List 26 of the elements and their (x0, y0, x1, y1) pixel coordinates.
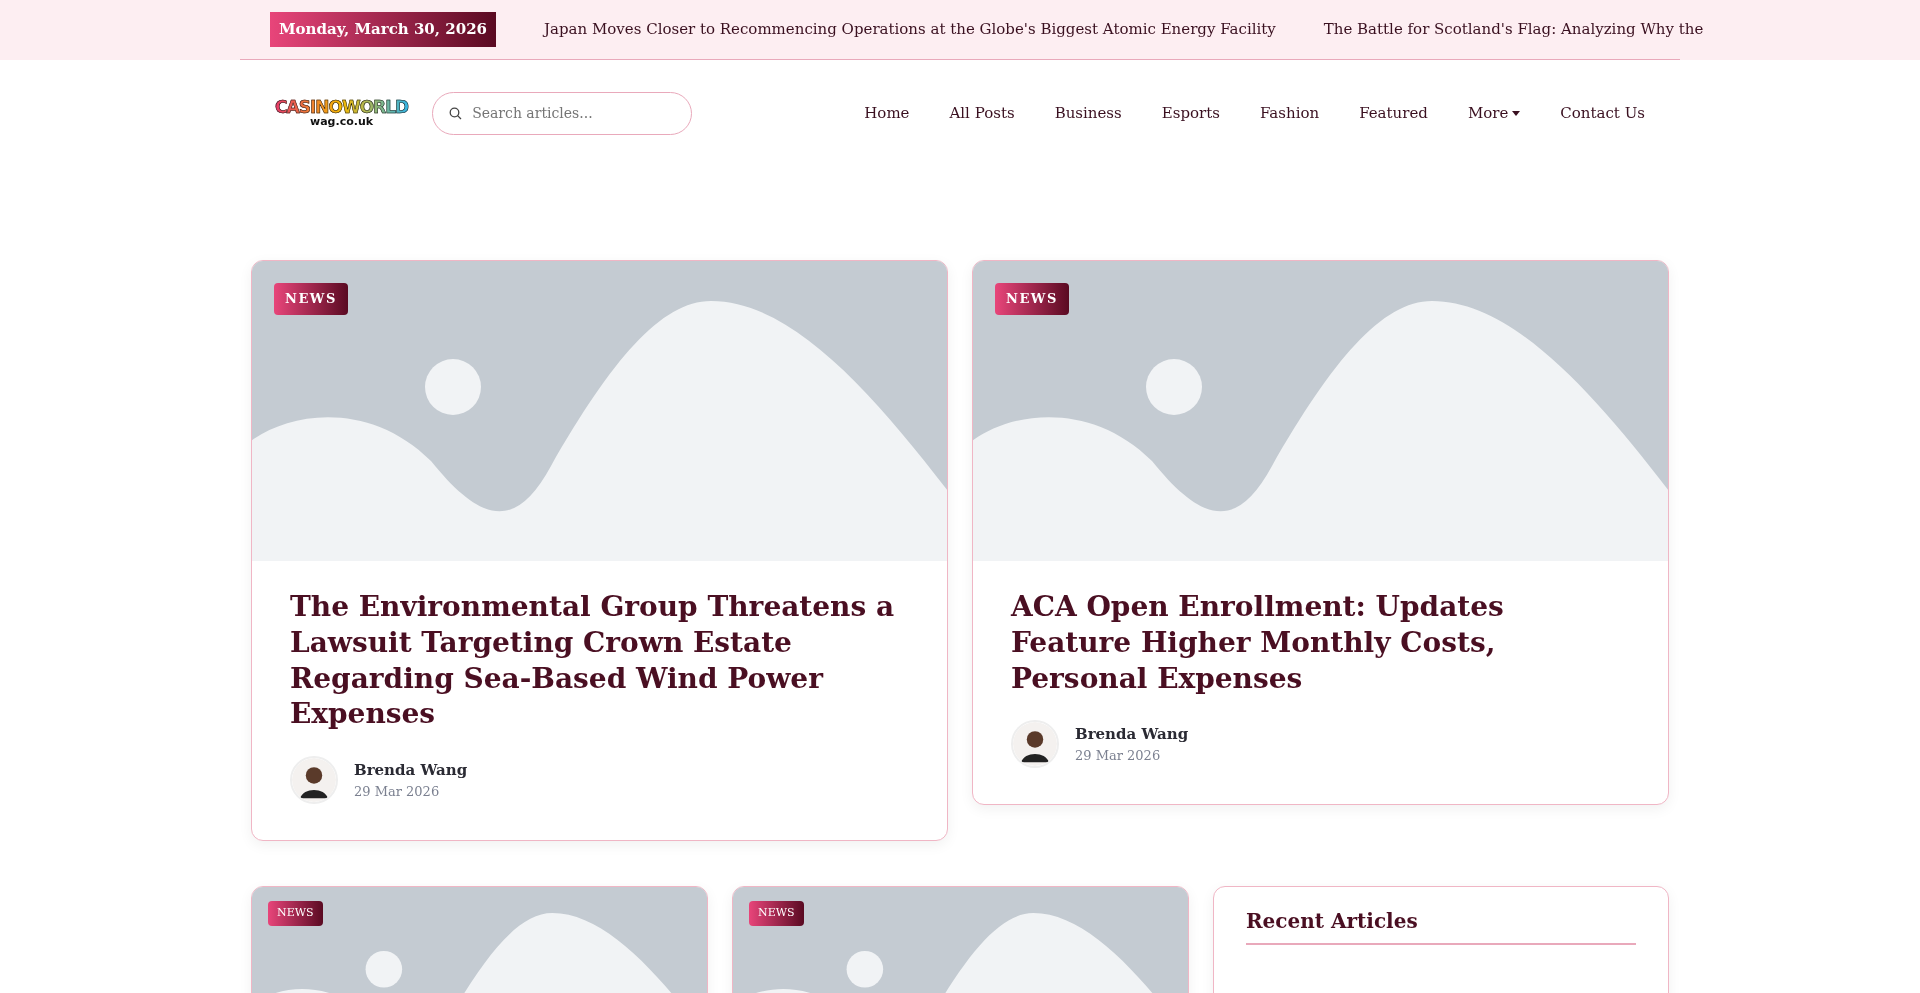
avatar (290, 756, 338, 805)
post-date: 29 Mar 2026 (354, 782, 441, 801)
author-name[interactable]: Brenda Wang (1075, 723, 1189, 746)
post-title[interactable]: The Environmental Group Threatens a Lawsuit Targeting Crown Estate Regarding Sea-Based Wind Power Expenses (290, 589, 909, 733)
search-icon (449, 106, 463, 120)
nav-link[interactable]: Contact Us (1560, 101, 1645, 125)
nav-link[interactable]: Business (1054, 101, 1122, 125)
date-badge: Monday, March 30, 2026 (270, 12, 496, 47)
ticker-link[interactable]: Japan Moves Closer to Recommencing Operations at the Globe's Biggest Atomic Energy Facility (544, 18, 1276, 41)
post-title[interactable]: ACA Open Enrollment: Updates Feature Higher Monthly Costs, Personal Expenses (1011, 589, 1630, 697)
nav-link[interactable]: Featured (1359, 101, 1428, 125)
category-badge[interactable]: NEWS (749, 901, 804, 926)
avatar (1011, 720, 1059, 769)
nav-link[interactable]: Home (864, 101, 910, 125)
nav-link[interactable]: More (1467, 101, 1521, 125)
author-name[interactable]: Brenda Wang (354, 759, 468, 782)
sidebar-heading: Recent Articles (1246, 909, 1636, 946)
category-badge[interactable]: NEWS (995, 283, 1069, 315)
category-badge[interactable]: NEWS (268, 901, 323, 926)
nav-link[interactable]: Fashion (1259, 101, 1320, 125)
nav-link[interactable]: All Posts (949, 101, 1015, 125)
nav-link[interactable]: Esports (1161, 101, 1220, 125)
post-date: 29 Mar 2026 (1075, 747, 1162, 765)
search-input[interactable]: Search articles... (470, 101, 671, 125)
ticker-link[interactable]: The Battle for Scotland's Flag: Analyzing Why the (1323, 18, 1704, 41)
category-badge[interactable]: NEWS (274, 283, 348, 315)
